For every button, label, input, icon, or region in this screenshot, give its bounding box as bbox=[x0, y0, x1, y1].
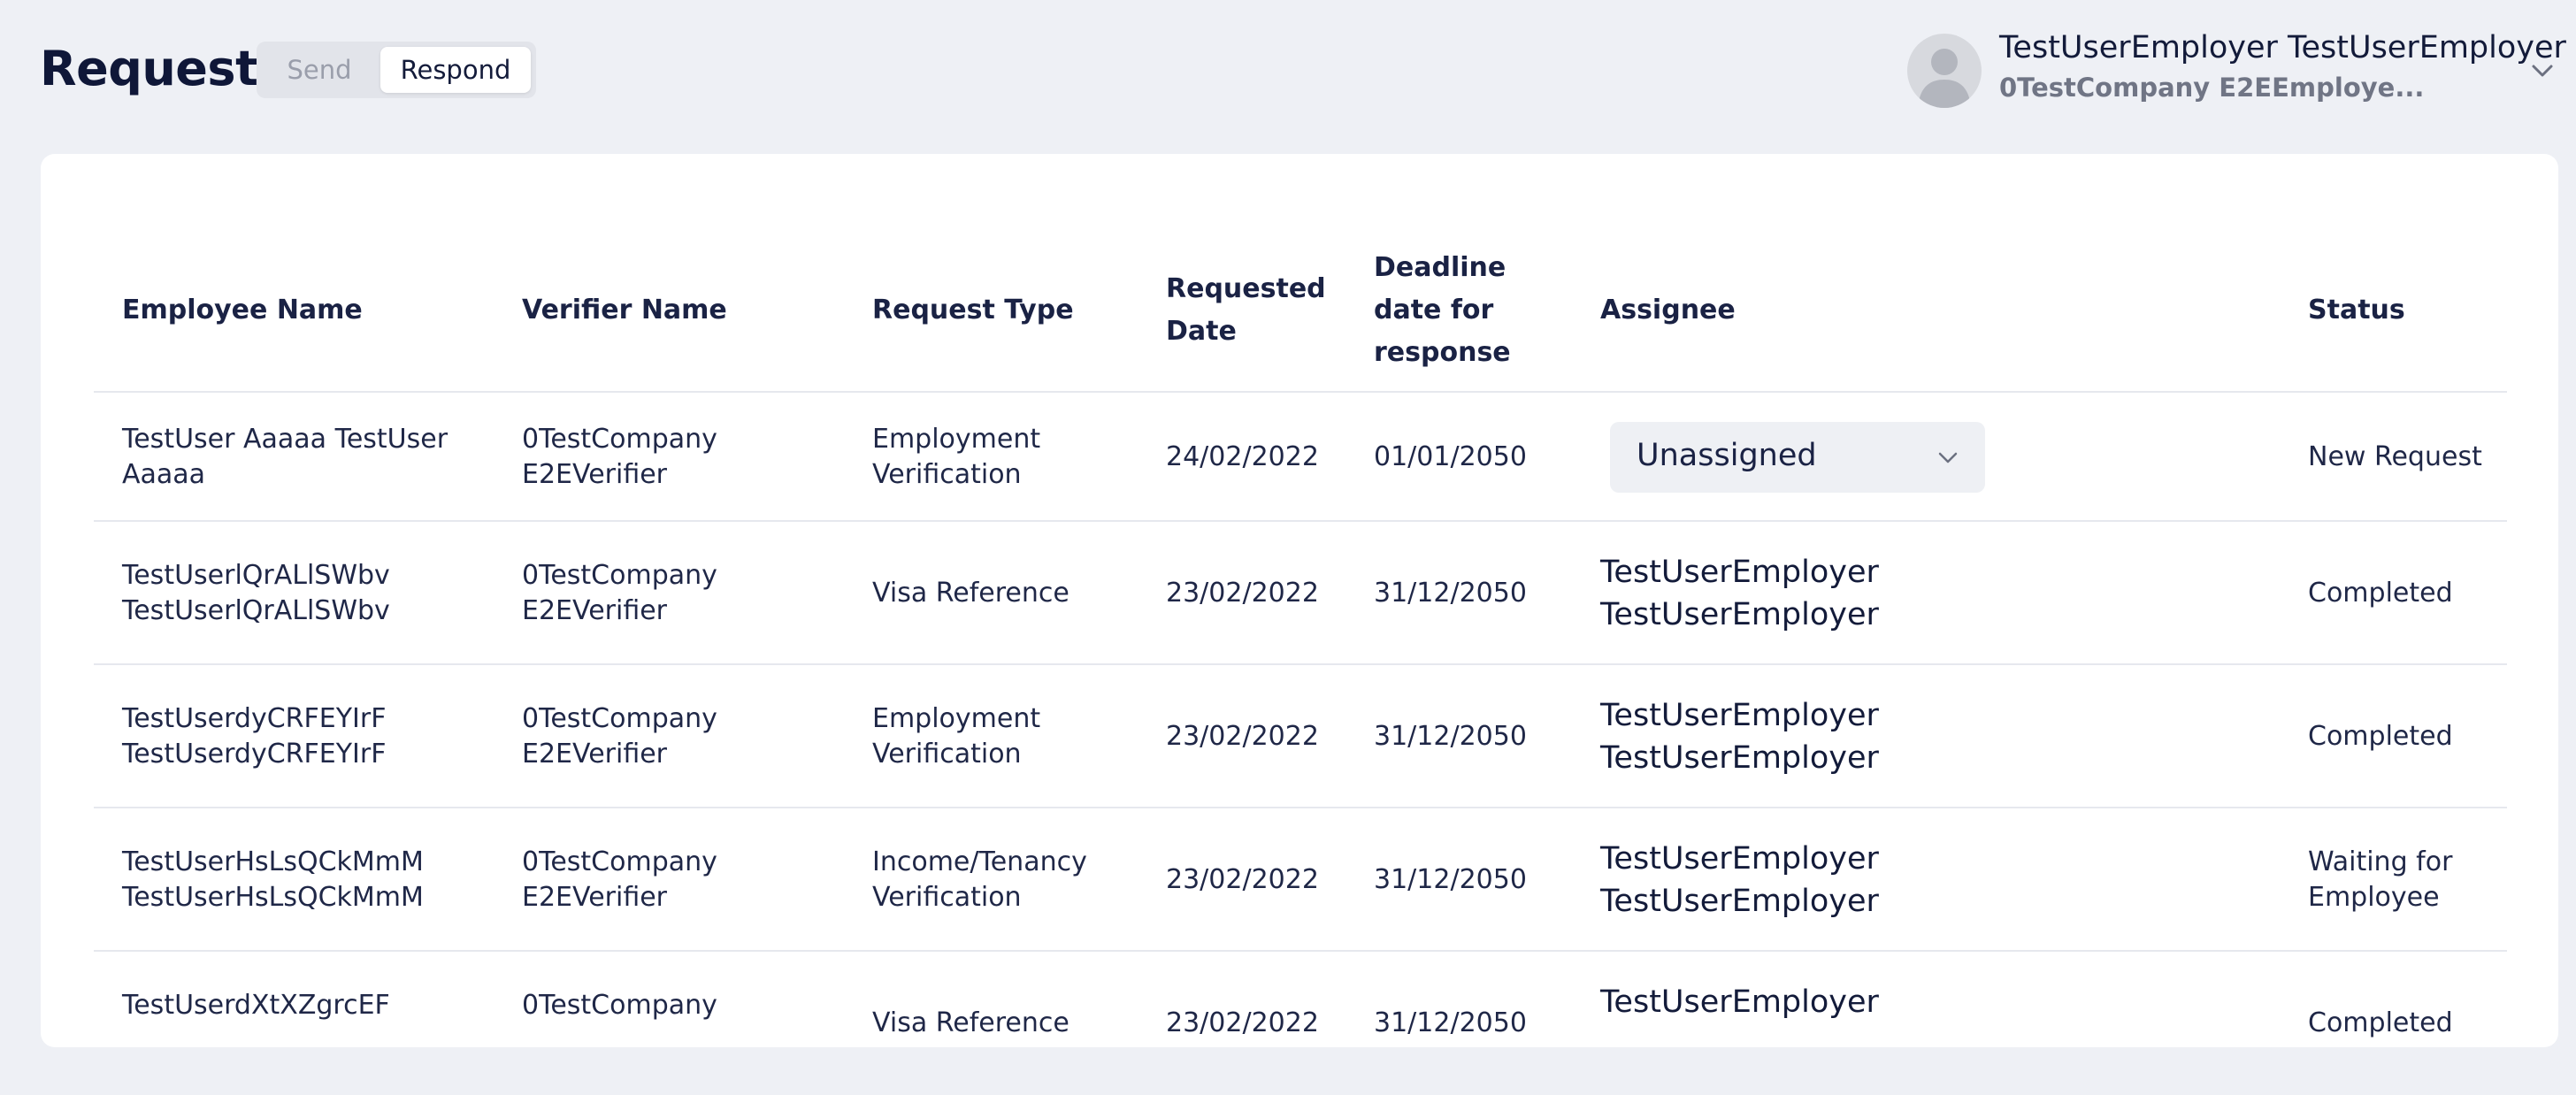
column-deadline-line: Deadline bbox=[1374, 252, 1506, 283]
page-header: Requests Send Respond TestUserEmployer T… bbox=[0, 0, 2576, 154]
table-row[interactable]: TestUserdXtXZgrcEF 0TestCompany Visa Ref… bbox=[94, 952, 2507, 1095]
chevron-down-icon[interactable] bbox=[2526, 55, 2558, 87]
column-verifier-name[interactable]: Verifier Name bbox=[522, 289, 805, 332]
column-deadline-line: date for bbox=[1374, 295, 1494, 325]
avatar bbox=[1907, 34, 1982, 108]
cell-line: TestUserdyCRFEYIrF bbox=[122, 703, 387, 734]
requested-date-cell: 24/02/2022 bbox=[1166, 441, 1319, 472]
requested-date-cell: 23/02/2022 bbox=[1166, 578, 1319, 609]
user-company: 0TestCompany E2EEmploye... bbox=[1999, 73, 2425, 103]
verifier-name-cell: 0TestCompany E2EVerifier bbox=[522, 701, 805, 772]
cell-line: TestUserHsLsQCkMmM bbox=[122, 846, 424, 877]
chevron-down-icon bbox=[1938, 452, 1958, 463]
cell-line: Employment bbox=[872, 424, 1041, 455]
status-cell: Completed bbox=[2308, 578, 2453, 609]
table-row[interactable]: TestUser Aaaaa TestUser Aaaaa 0TestCompa… bbox=[94, 393, 2507, 522]
cell-line: E2EVerifier bbox=[522, 882, 668, 913]
cell-line: Employee bbox=[2308, 882, 2440, 913]
status-cell: Waiting for Employee bbox=[2308, 845, 2503, 915]
page-title: Requests bbox=[40, 41, 287, 96]
deadline-cell: 01/01/2050 bbox=[1374, 441, 1527, 472]
cell-line: Verification bbox=[872, 882, 1022, 913]
send-respond-toggle: Send Respond bbox=[257, 42, 536, 98]
employee-name-cell: TestUser Aaaaa TestUser Aaaaa bbox=[122, 422, 494, 493]
verifier-name-cell: 0TestCompany bbox=[522, 990, 717, 1021]
person-silhouette-icon bbox=[1918, 49, 1971, 108]
tab-send[interactable]: Send bbox=[262, 47, 377, 93]
cell-line: TestUserlQrALlSWbv bbox=[122, 560, 390, 591]
status-cell: Completed bbox=[2308, 721, 2453, 752]
cell-line: Verification bbox=[872, 739, 1022, 770]
column-requested-date-line: Date bbox=[1166, 316, 1237, 347]
cell-line: Waiting for bbox=[2308, 846, 2453, 877]
column-employee-name[interactable]: Employee Name bbox=[122, 289, 494, 332]
assignee-cell: TestUserEmployer TestUserEmployer bbox=[1600, 838, 2131, 923]
column-status[interactable]: Status bbox=[2308, 289, 2503, 332]
column-request-type[interactable]: Request Type bbox=[872, 289, 1138, 332]
table-header: Employee Name Verifier Name Request Type… bbox=[94, 232, 2507, 393]
employee-name-cell: TestUserlQrALlSWbv TestUserlQrALlSWbv bbox=[122, 558, 494, 629]
requested-date-cell: 23/02/2022 bbox=[1166, 1007, 1319, 1038]
cell-line: TestUserEmployer bbox=[1600, 698, 1879, 733]
request-type-cell: Employment Verification bbox=[872, 422, 1138, 493]
employee-name-cell: TestUserHsLsQCkMmM TestUserHsLsQCkMmM bbox=[122, 845, 494, 915]
deadline-cell: 31/12/2050 bbox=[1374, 1007, 1527, 1038]
user-name: TestUserEmployer TestUserEmployer bbox=[1999, 30, 2566, 65]
tab-respond[interactable]: Respond bbox=[380, 47, 531, 93]
cell-line: 0TestCompany bbox=[522, 703, 717, 734]
column-assignee[interactable]: Assignee bbox=[1600, 289, 2131, 332]
cell-line: TestUserdyCRFEYIrF bbox=[122, 739, 387, 770]
column-deadline[interactable]: Deadline date for response bbox=[1374, 247, 1551, 374]
cell-line: TestUser Aaaaa TestUser bbox=[122, 424, 448, 455]
table-row[interactable]: TestUserlQrALlSWbv TestUserlQrALlSWbv 0T… bbox=[94, 522, 2507, 665]
requested-date-cell: 23/02/2022 bbox=[1166, 721, 1319, 752]
request-type-cell: Visa Reference bbox=[872, 578, 1070, 609]
deadline-cell: 31/12/2050 bbox=[1374, 721, 1527, 752]
request-type-cell: Visa Reference bbox=[872, 1007, 1070, 1038]
deadline-cell: 31/12/2050 bbox=[1374, 578, 1527, 609]
column-requested-date[interactable]: Requested Date bbox=[1166, 268, 1343, 353]
requests-table: Employee Name Verifier Name Request Type… bbox=[94, 232, 2507, 1095]
assignee-cell: TestUserEmployer bbox=[1600, 984, 1879, 1020]
requested-date-cell: 23/02/2022 bbox=[1166, 864, 1319, 895]
cell-line: 0TestCompany bbox=[522, 846, 717, 877]
cell-line: E2EVerifier bbox=[522, 459, 668, 490]
user-menu[interactable]: TestUserEmployer TestUserEmployer 0TestC… bbox=[1907, 25, 2566, 113]
assignee-select-value: Unassigned bbox=[1637, 438, 1817, 473]
cell-line: Income/Tenancy bbox=[872, 846, 1087, 877]
column-deadline-line: response bbox=[1374, 337, 1511, 368]
cell-line: Aaaaa bbox=[122, 459, 206, 490]
status-cell: New Request bbox=[2308, 441, 2482, 472]
verifier-name-cell: 0TestCompany E2EVerifier bbox=[522, 422, 805, 493]
employee-name-cell: TestUserdyCRFEYIrF TestUserdyCRFEYIrF bbox=[122, 701, 494, 772]
cell-line: TestUserEmployer bbox=[1600, 597, 1879, 632]
cell-line: TestUserEmployer bbox=[1600, 884, 1879, 919]
assignee-select[interactable]: Unassigned bbox=[1610, 422, 1985, 493]
cell-line: TestUserEmployer bbox=[1600, 740, 1879, 776]
cell-line: TestUserEmployer bbox=[1600, 841, 1879, 877]
assignee-cell: TestUserEmployer TestUserEmployer bbox=[1600, 694, 2131, 779]
cell-line: E2EVerifier bbox=[522, 595, 668, 626]
table-row[interactable]: TestUserdyCRFEYIrF TestUserdyCRFEYIrF 0T… bbox=[94, 665, 2507, 808]
cell-line: Verification bbox=[872, 459, 1022, 490]
assignee-cell: TestUserEmployer TestUserEmployer bbox=[1600, 551, 2131, 636]
column-requested-date-line: Requested bbox=[1166, 273, 1326, 304]
employee-name-cell: TestUserdXtXZgrcEF bbox=[122, 990, 390, 1021]
request-type-cell: Employment Verification bbox=[872, 701, 1138, 772]
request-type-cell: Income/Tenancy Verification bbox=[872, 845, 1138, 915]
cell-line: 0TestCompany bbox=[522, 560, 717, 591]
table-row[interactable]: TestUserHsLsQCkMmM TestUserHsLsQCkMmM 0T… bbox=[94, 808, 2507, 952]
status-cell: Completed bbox=[2308, 1007, 2453, 1038]
verifier-name-cell: 0TestCompany E2EVerifier bbox=[522, 558, 805, 629]
cell-line: TestUserHsLsQCkMmM bbox=[122, 882, 424, 913]
requests-card: Employee Name Verifier Name Request Type… bbox=[41, 154, 2558, 1047]
deadline-cell: 31/12/2050 bbox=[1374, 864, 1527, 895]
cell-line: E2EVerifier bbox=[522, 739, 668, 770]
cell-line: 0TestCompany bbox=[522, 424, 717, 455]
cell-line: Employment bbox=[872, 703, 1041, 734]
cell-line: TestUserEmployer bbox=[1600, 555, 1879, 590]
cell-line: TestUserlQrALlSWbv bbox=[122, 595, 390, 626]
verifier-name-cell: 0TestCompany E2EVerifier bbox=[522, 845, 805, 915]
